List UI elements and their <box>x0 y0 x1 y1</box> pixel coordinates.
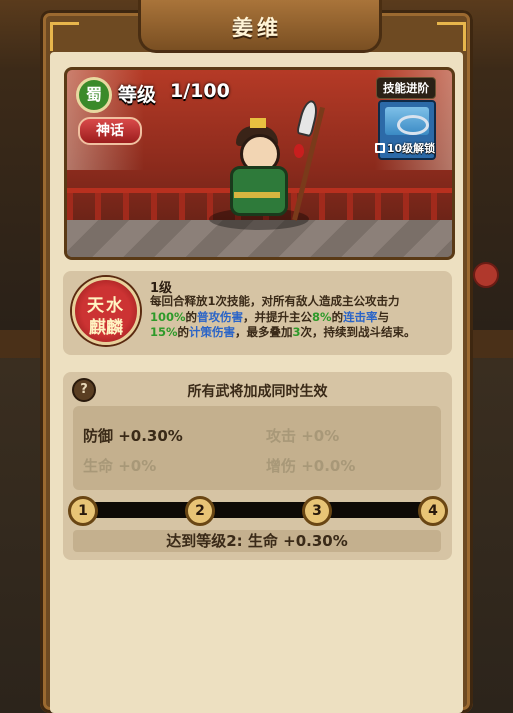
desc-part: 与 <box>377 309 390 324</box>
hero-level-label: 等级 <box>118 84 157 106</box>
skill-upgrade-label: 技能进阶 <box>376 77 436 99</box>
desc-damage-type: 普攻伤害 <box>197 309 244 324</box>
lock-icon <box>374 143 385 153</box>
rarity-badge: 神话 <box>78 117 142 145</box>
hero-armor <box>230 166 288 216</box>
hero-level-value: 1/100 <box>170 80 230 102</box>
spear-tassel <box>294 144 304 158</box>
stat-damage-boost: 增伤 +0.0% <box>266 457 356 475</box>
progress-node-3[interactable]: 3 <box>302 496 332 526</box>
desc-part: ，最多叠加 <box>235 325 293 339</box>
desc-part: ，并提升主公 <box>243 309 313 324</box>
hero-crown <box>250 118 266 128</box>
desc-pct: 8% <box>312 309 332 324</box>
kingdom-badge: 蜀 <box>76 77 112 113</box>
skill-icon-text-bottom: 麒麟 <box>89 318 123 338</box>
progress-node-2[interactable]: 2 <box>185 496 215 526</box>
skill-unlock-text: 10级解锁 <box>374 140 436 156</box>
hero-figure[interactable] <box>216 118 296 222</box>
progress-node-1[interactable]: 1 <box>68 496 98 526</box>
stats-box <box>73 406 441 490</box>
desc-pct: 100% <box>150 309 186 324</box>
skill-unlock-label: 10级解锁 <box>386 142 436 155</box>
bonus-title: 所有武将加成同时生效 <box>187 384 328 400</box>
skill-upgrade-icon-bg <box>385 107 429 135</box>
desc-stat: 连击率 <box>343 309 378 324</box>
desc-part: 的 <box>177 325 190 339</box>
background-notification-badge <box>473 262 499 288</box>
desc-part: 的 <box>331 309 344 324</box>
next-level-bonus: 达到等级2: 生命 +0.30% <box>73 530 441 552</box>
desc-stat: 计策伤害 <box>189 325 236 339</box>
stat-health: 生命 +0% <box>83 457 157 475</box>
corner-ornament-right <box>437 22 466 51</box>
stat-defense: 防御 +0.30% <box>83 427 183 445</box>
hero-name-title: 姜维 <box>232 16 282 40</box>
desc-count: 3 <box>292 325 301 339</box>
stat-attack: 攻击 +0% <box>266 427 340 445</box>
desc-part: 每回合释放1次技能，对所有敌人造成主公攻击力 <box>150 294 400 308</box>
progress-track <box>80 502 432 518</box>
desc-pct: 15% <box>150 325 178 339</box>
desc-part: 次，持续到战斗结束。 <box>300 325 416 339</box>
skill-icon[interactable]: 天水 麒麟 <box>72 277 140 345</box>
desc-part: 的 <box>185 309 198 324</box>
sword-skill-icon <box>397 115 429 135</box>
hero-belt <box>234 192 280 198</box>
progress-node-4[interactable]: 4 <box>418 496 448 526</box>
skill-description: 每回合释放1次技能，对所有敌人造成主公攻击力 100%的普攻伤害，并提升主公8%的… <box>150 294 446 341</box>
corner-ornament-left <box>50 22 79 51</box>
